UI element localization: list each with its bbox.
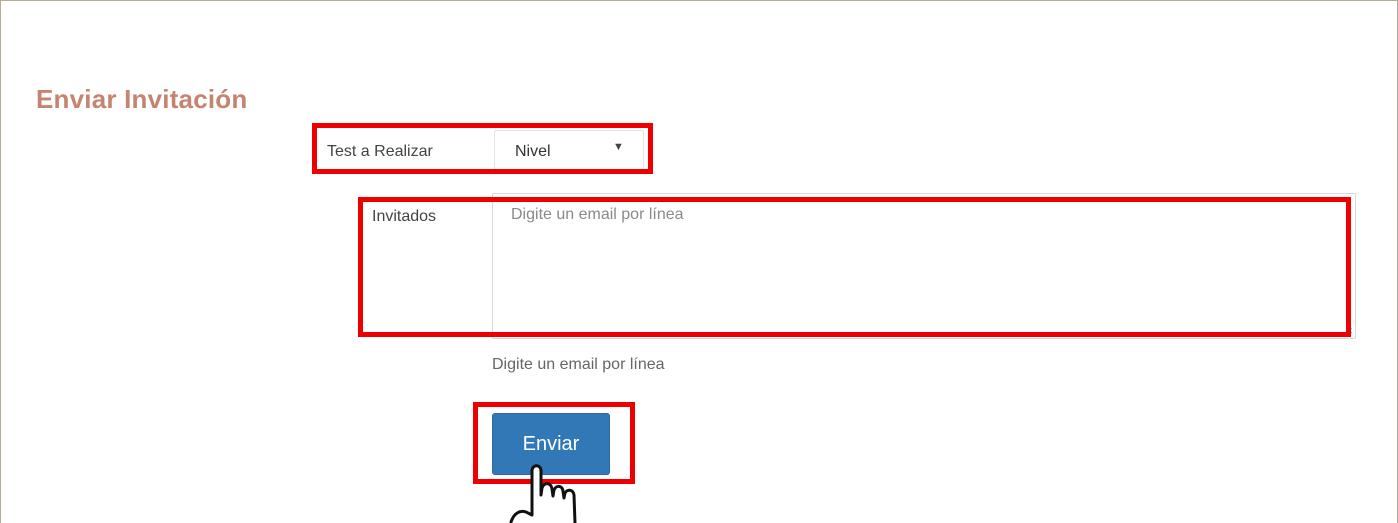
test-select[interactable]: Nivel ▼ <box>494 130 644 170</box>
triangle-down-icon: ▼ <box>613 141 624 153</box>
invitees-textarea[interactable] <box>492 193 1356 339</box>
invitees-help-text: Digite un email por línea <box>492 356 665 373</box>
pointer-hand-icon <box>509 464 577 523</box>
invitees-field-label: Invitados <box>372 208 437 225</box>
resize-grip-icon[interactable] <box>1343 326 1353 336</box>
page-title: Enviar Invitación <box>36 84 248 114</box>
test-field-label: Test a Realizar <box>327 143 433 160</box>
test-select-value: Nivel <box>515 143 551 160</box>
